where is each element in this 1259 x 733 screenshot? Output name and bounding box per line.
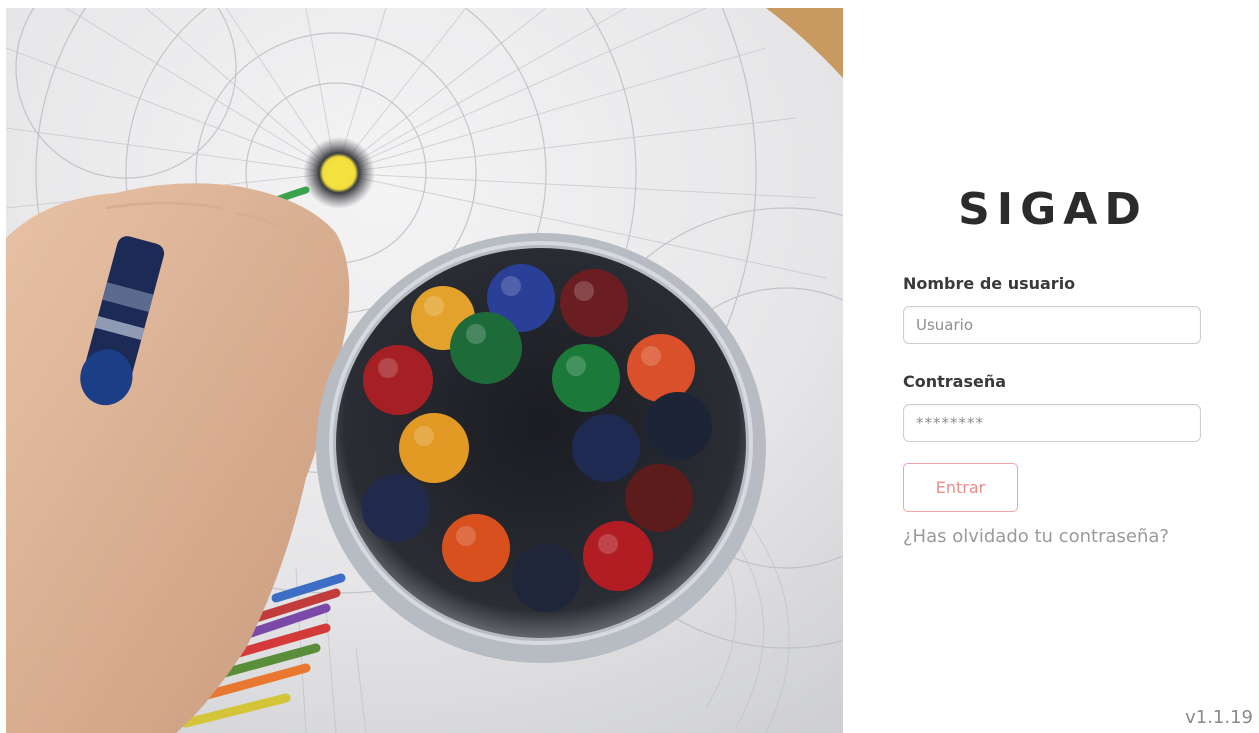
login-page: SIGAD Nombre de usuario Contraseña Entra… — [0, 0, 1259, 733]
username-label: Nombre de usuario — [903, 274, 1076, 293]
password-label: Contraseña — [903, 372, 1007, 391]
username-input[interactable] — [903, 306, 1201, 344]
password-input[interactable] — [903, 404, 1201, 442]
app-title: SIGAD — [958, 184, 1148, 235]
hero-image — [6, 8, 843, 733]
login-button[interactable]: Entrar — [903, 463, 1018, 512]
forgot-password-link[interactable]: ¿Has olvidado tu contraseña? — [903, 525, 1169, 549]
version-label: v1.1.19 — [1185, 707, 1253, 728]
